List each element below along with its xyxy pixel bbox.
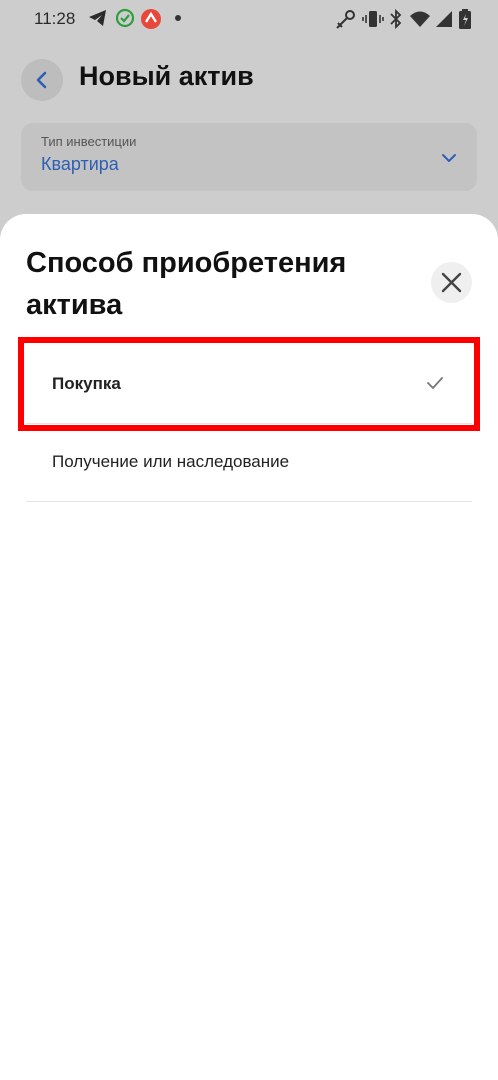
investment-type-label: Тип инвестиции (41, 134, 137, 149)
back-button[interactable] (21, 59, 63, 101)
chevron-down-icon (441, 151, 457, 169)
battery-icon (458, 8, 480, 30)
option-inheritance[interactable]: Получение или наследование (26, 424, 472, 502)
dot-icon (172, 10, 194, 32)
key-icon (334, 8, 356, 30)
status-bar: 11:28 (0, 0, 498, 40)
app-notification-icon (140, 8, 162, 30)
chevron-left-icon (36, 71, 47, 89)
checkmark-icon (426, 376, 444, 395)
close-button[interactable] (431, 262, 472, 303)
investment-type-select[interactable]: Тип инвестиции Квартира (21, 123, 477, 191)
option-label: Получение или наследование (52, 452, 290, 471)
close-icon (441, 272, 462, 293)
acquisition-method-sheet: Способ приобретения актива Покупка Получ… (0, 214, 498, 1080)
page-title: Новый актив (79, 61, 254, 91)
check-circle-icon (115, 8, 137, 30)
investment-type-value: Квартира (41, 154, 119, 174)
option-label: Покупка (52, 374, 121, 393)
wifi-icon (409, 8, 431, 30)
signal-icon (434, 8, 456, 30)
telegram-icon (88, 8, 110, 30)
bluetooth-icon (387, 8, 409, 30)
sheet-title: Способ приобретения актива (26, 247, 347, 321)
option-purchase[interactable]: Покупка (26, 346, 472, 424)
vibrate-icon (362, 8, 384, 30)
status-time: 11:28 (34, 9, 76, 28)
